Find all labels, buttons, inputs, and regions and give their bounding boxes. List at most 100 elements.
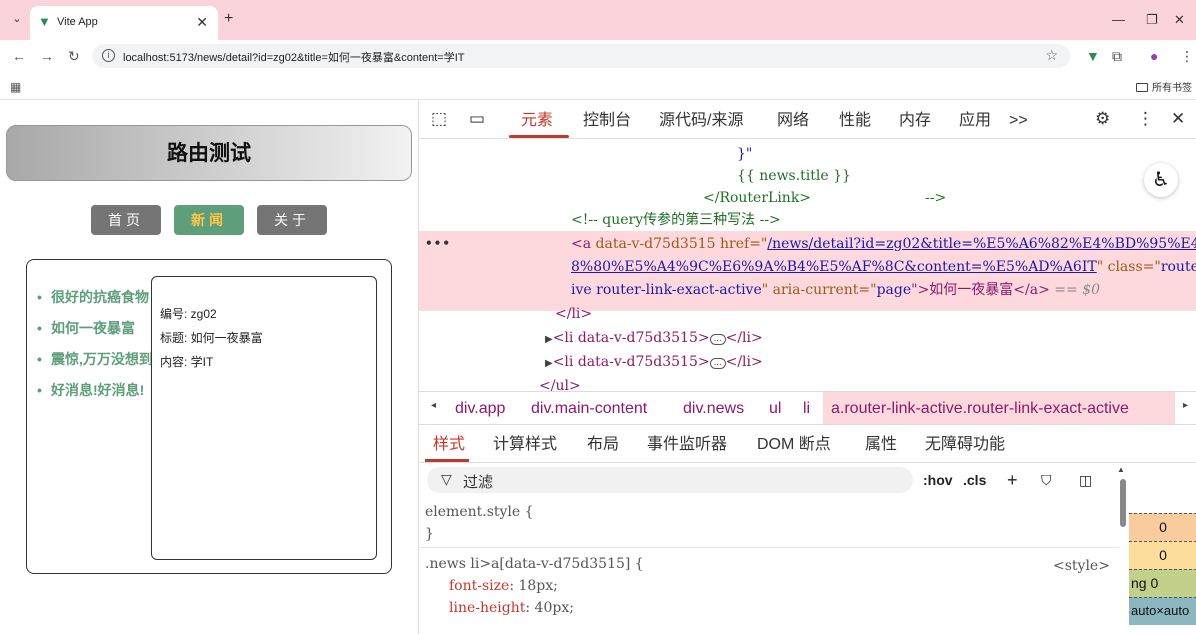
dom-line[interactable]: </li> xyxy=(555,303,592,325)
css-property-value[interactable]: 40px; xyxy=(535,600,574,616)
more-tabs-icon[interactable]: >> xyxy=(1009,111,1028,131)
class-toggle[interactable]: .cls xyxy=(963,471,986,489)
breadcrumb-item-active[interactable]: a.router-link-active.router-link-exact-a… xyxy=(831,399,1129,419)
dom-line[interactable]: </ul> xyxy=(539,375,581,391)
selected-node-line-3[interactable]: ive router-link-exact-active" aria-curre… xyxy=(571,279,1100,301)
devtools-close-icon[interactable]: ✕ xyxy=(1171,109,1185,129)
apps-grid-icon[interactable]: ▦ xyxy=(10,80,21,94)
tab-application[interactable]: 应用 xyxy=(959,111,991,131)
box-padding[interactable]: ng 0 xyxy=(1129,569,1196,597)
extensions-icon[interactable]: ⧉ xyxy=(1112,48,1122,64)
tab-title: Vite App xyxy=(57,16,98,28)
news-item[interactable]: 震惊,万万没想到 xyxy=(35,344,155,375)
box-margin[interactable]: 0 xyxy=(1129,513,1196,541)
dom-line[interactable]: }" xyxy=(737,143,752,165)
box-content[interactable]: auto×auto xyxy=(1129,597,1196,625)
dom-comment[interactable]: <!-- query传参的第三种写法 --> xyxy=(571,209,781,231)
new-rule-plus-icon[interactable]: + xyxy=(1007,471,1018,489)
tab-sources[interactable]: 源代码/来源 xyxy=(659,111,743,131)
breadcrumb-item[interactable]: li xyxy=(803,399,810,419)
breadcrumb-left-icon[interactable]: ◂ xyxy=(431,400,436,411)
forward-icon[interactable]: → xyxy=(40,47,54,65)
bookmarks-bar: ▦ 所有书签 xyxy=(0,72,1196,100)
tab-accessibility[interactable]: 无障碍功能 xyxy=(925,435,1005,455)
breadcrumb-item[interactable]: div.app xyxy=(455,399,505,419)
breadcrumb-item[interactable]: div.main-content xyxy=(531,399,647,419)
tab-computed[interactable]: 计算样式 xyxy=(493,435,557,455)
dom-collapsed-node[interactable]: ▶<li data-v-d75d3515>… </li> xyxy=(545,351,763,375)
sidebar-toggle-icon[interactable]: ◫ xyxy=(1079,471,1092,489)
dom-tag: ">如何一夜暴富</a> xyxy=(911,282,1050,298)
ellipsis-icon[interactable]: … xyxy=(709,334,726,345)
hover-state-toggle[interactable]: :hov xyxy=(923,471,953,489)
scrollbar-thumb[interactable] xyxy=(1120,479,1126,527)
paint-bucket-icon[interactable]: ⛉ xyxy=(1041,471,1052,489)
href-link[interactable]: /news/detail?id=zg02&title=%E5%A6%82%E4%… xyxy=(767,236,1196,252)
rule-selector[interactable]: .news li>a[data-v-d75d3515] { xyxy=(425,553,644,575)
browser-menu-icon[interactable]: ⋮ xyxy=(1180,48,1194,64)
inspect-element-icon[interactable]: ⬚ xyxy=(431,109,447,129)
profile-avatar-icon[interactable]: ● xyxy=(1150,48,1158,64)
dom-tree[interactable]: ••• }" {{ news.title }} </RouterLink> --… xyxy=(419,139,1196,391)
new-tab-button[interactable]: + xyxy=(224,10,233,28)
selected-node-line-1[interactable]: <a data-v-d75d3515 href="/news/detail?id… xyxy=(571,233,1196,255)
nav-link-about[interactable]: 关于 xyxy=(257,205,327,235)
breadcrumb-item[interactable]: ul xyxy=(769,399,781,419)
styles-filter-input[interactable]: ▽ 过滤 xyxy=(427,467,913,493)
detail-content: 内容: 学IT xyxy=(160,355,214,369)
back-icon[interactable]: ← xyxy=(12,47,26,65)
nav-link-news[interactable]: 新闻 xyxy=(174,205,244,235)
reload-icon[interactable]: ↻ xyxy=(68,47,80,65)
dom-line[interactable]: </RouterLink> xyxy=(703,187,811,209)
css-property-value[interactable]: 18px; xyxy=(518,578,557,594)
element-style-rule[interactable]: element.style { xyxy=(425,501,534,523)
address-bar[interactable]: i localhost:5173/news/detail?id=zg02&tit… xyxy=(92,44,1070,68)
node-actions-icon[interactable]: ••• xyxy=(425,236,451,250)
accessibility-icon[interactable]: ♿ xyxy=(1144,163,1178,197)
site-info-icon[interactable]: i xyxy=(102,49,115,62)
selected-node-line-2[interactable]: 8%80%E5%A4%9C%E6%9A%B4%E5%AF%8C&content=… xyxy=(571,256,1196,278)
browser-tab[interactable]: ▼ Vite App ✕ xyxy=(30,6,218,40)
expand-triangle-icon[interactable]: ▶ xyxy=(545,334,553,345)
vue-devtools-icon[interactable]: ▼ xyxy=(1086,48,1100,64)
rule-source-link[interactable]: <style> xyxy=(1053,555,1110,577)
device-toggle-icon[interactable]: ▭ xyxy=(469,109,485,129)
settings-gear-icon[interactable]: ⚙ xyxy=(1095,109,1110,129)
expand-triangle-icon[interactable]: ▶ xyxy=(545,358,553,369)
tab-close-icon[interactable]: ✕ xyxy=(196,14,208,30)
tab-properties[interactable]: 属性 xyxy=(865,435,897,455)
news-item[interactable]: 很好的抗癌食物 xyxy=(35,282,155,313)
dom-line[interactable]: --> xyxy=(925,187,946,209)
box-border[interactable]: 0 xyxy=(1129,541,1196,569)
css-property[interactable]: line-height: 40px; xyxy=(449,597,574,619)
css-property[interactable]: font-size: 18px; xyxy=(449,575,558,597)
tab-network[interactable]: 网络 xyxy=(777,111,809,131)
nav-link-home[interactable]: 首页 xyxy=(91,205,161,235)
tab-performance[interactable]: 性能 xyxy=(839,111,871,131)
dom-collapsed-node[interactable]: ▶<li data-v-d75d3515>… </li> xyxy=(545,327,763,351)
href-link[interactable]: 8%80%E5%A4%9C%E6%9A%B4%E5%AF%8C&content=… xyxy=(571,259,1097,275)
tab-layout[interactable]: 布局 xyxy=(587,435,619,455)
all-bookmarks-folder[interactable]: 所有书签 xyxy=(1136,79,1192,94)
tab-elements[interactable]: 元素 xyxy=(521,111,553,131)
css-property-name: line-height xyxy=(449,600,526,616)
dom-line[interactable]: {{ news.title }} xyxy=(737,165,851,187)
breadcrumb-item[interactable]: div.news xyxy=(683,399,744,419)
news-item[interactable]: 好消息!好消息! xyxy=(35,375,155,406)
tab-styles[interactable]: 样式 xyxy=(433,435,465,455)
url-text[interactable]: localhost:5173/news/detail?id=zg02&title… xyxy=(123,49,464,65)
news-item[interactable]: 如何一夜暴富 xyxy=(35,313,155,344)
scroll-up-icon[interactable]: ▲ xyxy=(1117,465,1125,474)
tab-console[interactable]: 控制台 xyxy=(583,111,631,131)
restore-icon[interactable]: ❐ xyxy=(1146,12,1158,28)
minimize-icon[interactable]: — xyxy=(1112,12,1125,28)
devtools-menu-icon[interactable]: ⋮ xyxy=(1137,109,1154,129)
tab-event-listeners[interactable]: 事件监听器 xyxy=(647,435,727,455)
breadcrumb-right-icon[interactable]: ▸ xyxy=(1183,400,1188,411)
tab-search-chevron-icon[interactable]: ⌄ xyxy=(8,10,26,28)
ellipsis-icon[interactable]: … xyxy=(709,358,726,369)
tab-dom-breakpoints[interactable]: DOM 断点 xyxy=(757,435,831,455)
close-window-icon[interactable]: ✕ xyxy=(1174,12,1185,28)
bookmark-star-icon[interactable]: ☆ xyxy=(1045,47,1058,64)
tab-memory[interactable]: 内存 xyxy=(899,111,931,131)
